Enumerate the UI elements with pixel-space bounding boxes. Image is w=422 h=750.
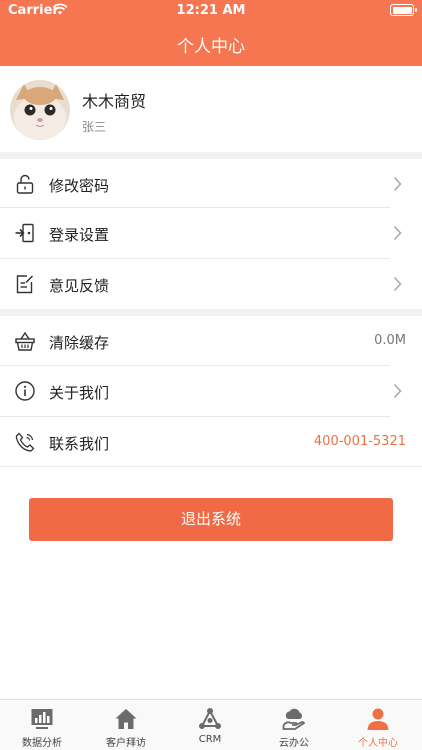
unlock-icon <box>16 174 34 194</box>
page-title: 个人中心 <box>177 37 245 57</box>
profile-header[interactable]: 木木商贸 张三 <box>0 66 422 152</box>
divider <box>0 466 422 467</box>
tab-label: CRM <box>198 734 222 745</box>
basket-icon <box>15 331 35 351</box>
battery-icon <box>390 4 417 16</box>
company-name: 木木商贸 <box>82 92 147 111</box>
menu-item-change-password[interactable]: 修改密码 <box>0 159 422 209</box>
tab-customer-visit[interactable]: 客户拜访 <box>84 700 168 750</box>
tab-data-analysis[interactable]: 数据分析 <box>0 700 84 750</box>
section-gap <box>0 152 422 159</box>
menu-item-feedback[interactable]: 意见反馈 <box>0 259 422 309</box>
menu-item-clear-cache[interactable]: 清除缓存 0.0M <box>0 316 422 366</box>
section-gap <box>0 309 422 316</box>
info-icon <box>15 381 35 401</box>
contact-phone[interactable]: 400-001-5321 <box>314 434 406 449</box>
tab-label: 云办公 <box>279 738 309 749</box>
login-door-icon <box>15 223 34 243</box>
tab-label: 数据分析 <box>22 738 62 749</box>
cat-avatar-icon <box>10 80 70 140</box>
phone-icon <box>15 432 35 452</box>
status-time: 12:21 AM <box>176 3 246 18</box>
tab-label: 客户拜访 <box>106 738 146 749</box>
person-icon <box>367 708 389 730</box>
user-name: 张三 <box>82 120 107 134</box>
chevron-right-icon <box>393 383 402 399</box>
feedback-edit-icon <box>16 275 34 294</box>
cache-size: 0.0M <box>374 333 406 348</box>
tab-label: 个人中心 <box>358 738 398 749</box>
chart-icon <box>31 709 53 729</box>
menu-item-label: 关于我们 <box>49 384 110 402</box>
tab-bar: 数据分析 客户拜访 CRM 云办公 个人中心 <box>0 699 422 750</box>
menu-item-label: 登录设置 <box>49 226 110 244</box>
tab-cloud-office[interactable]: 云办公 <box>252 700 336 750</box>
avatar[interactable] <box>10 80 70 140</box>
nav-bar: Carrier 12:21 AM 个人中心 <box>0 0 422 66</box>
chevron-right-icon <box>393 176 402 192</box>
chevron-right-icon <box>393 225 402 241</box>
menu-item-label: 修改密码 <box>49 177 110 195</box>
menu-item-label: 联系我们 <box>49 435 110 453</box>
menu-item-contact[interactable]: 联系我们 400-001-5321 <box>0 417 422 467</box>
cloud-office-icon <box>282 708 306 730</box>
menu-item-login-settings[interactable]: 登录设置 <box>0 208 422 258</box>
menu-item-label: 清除缓存 <box>49 334 110 352</box>
crm-icon <box>199 708 221 729</box>
tab-profile[interactable]: 个人中心 <box>336 700 420 750</box>
home-icon <box>115 709 137 729</box>
chevron-right-icon <box>393 276 402 292</box>
logout-button[interactable]: 退出系统 <box>29 498 393 541</box>
tab-crm[interactable]: CRM <box>168 700 252 750</box>
menu-item-label: 意见反馈 <box>49 277 110 295</box>
menu-item-about[interactable]: 关于我们 <box>0 366 422 416</box>
status-bar: Carrier 12:21 AM <box>0 0 422 22</box>
